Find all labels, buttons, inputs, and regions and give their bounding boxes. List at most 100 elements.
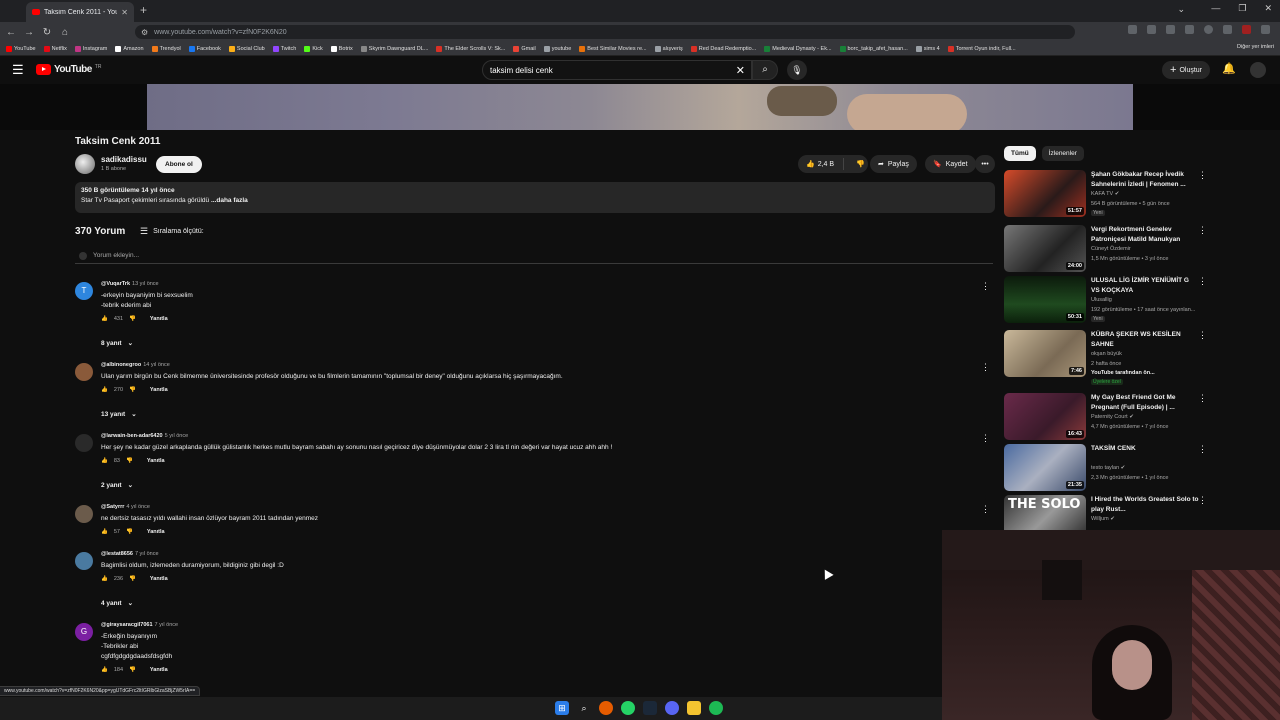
bookmark-item[interactable]: Skyrim Dawnguard DL... bbox=[360, 45, 428, 52]
extensions-puzzle-icon[interactable] bbox=[1223, 25, 1232, 34]
bookmark-star-icon[interactable] bbox=[1166, 25, 1175, 34]
recommended-channel[interactable]: Willjum ✔ bbox=[1091, 516, 1115, 522]
comment-author-avatar[interactable] bbox=[75, 363, 93, 381]
reply-button[interactable]: Yanıtla bbox=[147, 458, 165, 464]
bookmark-item[interactable]: sims 4 bbox=[915, 45, 940, 52]
voice-search-button[interactable]: 🎙 bbox=[787, 60, 807, 80]
view-replies-button[interactable]: 13 yanıt ⌄ bbox=[101, 410, 137, 419]
new-tab-button[interactable]: + bbox=[140, 3, 147, 17]
tab-search-chevron-icon[interactable]: ⌄ bbox=[1177, 4, 1185, 15]
reply-button[interactable]: Yanıtla bbox=[147, 529, 165, 535]
video-thumbnail[interactable]: 51:57 bbox=[1004, 170, 1086, 217]
like-button[interactable]: 👍 2,4 B bbox=[798, 158, 844, 170]
comment-menu-icon[interactable]: ⋮ bbox=[981, 504, 990, 515]
reload-icon[interactable]: ↻ bbox=[38, 27, 56, 38]
video-frame[interactable] bbox=[147, 84, 1133, 130]
url-field[interactable]: ⚙ www.youtube.com/watch?v=zfN0F2K6N20 bbox=[135, 25, 1075, 39]
comment-author-avatar[interactable]: T bbox=[75, 282, 93, 300]
close-tab-icon[interactable]: ✕ bbox=[121, 8, 128, 17]
spotify-icon[interactable] bbox=[709, 701, 723, 715]
comment-author-avatar[interactable] bbox=[75, 505, 93, 523]
save-button[interactable]: 🔖 Kaydet bbox=[925, 155, 976, 173]
video-player[interactable] bbox=[0, 84, 1280, 130]
comment-author[interactable]: @lestat8656 bbox=[101, 551, 133, 557]
bookmark-item[interactable]: Instagram bbox=[74, 45, 107, 52]
comment-dislike-icon[interactable]: 👎 bbox=[129, 576, 136, 582]
filter-chip[interactable]: İzlenenler bbox=[1041, 146, 1084, 161]
bookmark-item[interactable]: Gmail bbox=[513, 45, 536, 52]
site-info-icon[interactable]: ⚙ bbox=[141, 28, 148, 37]
video-menu-icon[interactable]: ⋮ bbox=[1198, 495, 1207, 506]
comment-like-icon[interactable]: 👍 bbox=[101, 458, 108, 464]
notifications-bell-icon[interactable]: 🔔 bbox=[1222, 62, 1236, 75]
file-explorer-icon[interactable] bbox=[687, 701, 701, 715]
video-menu-icon[interactable]: ⋮ bbox=[1198, 393, 1207, 404]
recommended-video[interactable]: 50:31 ULUSAL LİG İZMİR YENİÜMİT G VS KOÇK… bbox=[1004, 276, 1209, 324]
comment-author[interactable]: @larwain-ben-adar6420 bbox=[101, 433, 163, 439]
comment-author[interactable]: @albinonegroo bbox=[101, 362, 141, 368]
video-thumbnail[interactable]: 24:00 bbox=[1004, 225, 1086, 272]
browser-tab[interactable]: Taksim Cenk 2011 - YouTube ✕ bbox=[26, 2, 134, 22]
view-replies-button[interactable]: 4 yanıt ⌄ bbox=[101, 599, 133, 608]
show-more-link[interactable]: ...daha fazla bbox=[211, 197, 248, 204]
bookmark-item[interactable]: alışveriş bbox=[654, 45, 683, 52]
comment-time[interactable]: 7 yıl önce bbox=[155, 622, 179, 628]
home-icon[interactable]: ⌂ bbox=[56, 27, 74, 38]
bookmark-item[interactable]: Kick bbox=[304, 45, 323, 52]
firefox-icon[interactable] bbox=[599, 701, 613, 715]
bookmark-item[interactable]: Twitch bbox=[272, 45, 296, 52]
video-thumbnail[interactable]: 50:31 bbox=[1004, 276, 1086, 323]
subscribe-button[interactable]: Abone ol bbox=[156, 156, 202, 173]
video-menu-icon[interactable]: ⋮ bbox=[1198, 225, 1207, 236]
youtube-logo[interactable]: YouTube TR bbox=[36, 64, 101, 75]
description-box[interactable]: 350 B görüntüleme 14 yıl önce Star Tv Pa… bbox=[75, 182, 995, 213]
reply-button[interactable]: Yanıtla bbox=[150, 667, 168, 673]
comment-like-icon[interactable]: 👍 bbox=[101, 529, 108, 535]
comment-dislike-icon[interactable]: 👎 bbox=[129, 316, 136, 322]
bookmark-item[interactable]: Trendyol bbox=[151, 45, 181, 52]
share-button[interactable]: ➦ Paylaş bbox=[870, 155, 917, 173]
comment-author-avatar[interactable] bbox=[75, 552, 93, 570]
recommended-video[interactable]: 51:57 Şahan Gökbakar Recep İvedik Sahnele… bbox=[1004, 170, 1209, 218]
video-menu-icon[interactable]: ⋮ bbox=[1198, 276, 1207, 287]
recommended-video[interactable]: 24:00 Vergi Rekortmeni Genelev Patroniçes… bbox=[1004, 225, 1209, 273]
recommended-channel[interactable]: Paternity Court ✔ bbox=[1091, 414, 1134, 420]
maximize-icon[interactable]: ❐ bbox=[1238, 3, 1246, 14]
recommended-video[interactable]: 16:43 My Gay Best Friend Got Me Pregnant … bbox=[1004, 393, 1209, 441]
comment-dislike-icon[interactable]: 👎 bbox=[129, 667, 136, 673]
filter-chip[interactable]: Tümü bbox=[1004, 146, 1036, 161]
bookmark-item[interactable]: youtube bbox=[543, 45, 571, 52]
bookmark-item[interactable]: borc_takip_afet_hasan... bbox=[839, 45, 908, 52]
dislike-button[interactable]: 👎 bbox=[848, 160, 865, 168]
add-comment-field[interactable]: Yorum ekleyin... bbox=[75, 250, 993, 264]
browser-menu-icon[interactable] bbox=[1261, 25, 1270, 34]
recommended-channel[interactable]: Ulusallig bbox=[1091, 297, 1112, 303]
bookmark-item[interactable]: Social Club bbox=[228, 45, 265, 52]
extension-icon[interactable] bbox=[1128, 25, 1137, 34]
extension-icon[interactable] bbox=[1147, 25, 1156, 34]
account-avatar-icon[interactable] bbox=[1242, 25, 1251, 34]
steam-icon[interactable] bbox=[643, 701, 657, 715]
bookmark-item[interactable]: Red Dead Redemptio... bbox=[690, 45, 756, 52]
comment-like-icon[interactable]: 👍 bbox=[101, 316, 108, 322]
bookmark-item[interactable]: YouTube bbox=[6, 45, 36, 52]
search-button[interactable]: ⌕ bbox=[752, 60, 778, 80]
bookmark-item[interactable]: Netflix bbox=[43, 45, 67, 52]
comment-author-avatar[interactable]: G bbox=[75, 623, 93, 641]
video-thumbnail[interactable]: 16:43 bbox=[1004, 393, 1086, 440]
other-bookmarks[interactable]: Diğer yer imleri bbox=[1237, 44, 1274, 50]
reply-button[interactable]: Yanıtla bbox=[150, 576, 168, 582]
profile-icon[interactable] bbox=[1204, 25, 1213, 34]
video-menu-icon[interactable]: ⋮ bbox=[1198, 330, 1207, 341]
comment-menu-icon[interactable]: ⋮ bbox=[981, 433, 990, 444]
channel-avatar[interactable] bbox=[75, 154, 95, 174]
back-arrow-icon[interactable]: ← bbox=[2, 27, 20, 38]
comment-author[interactable]: @Satyrrr bbox=[101, 504, 124, 510]
sort-button[interactable]: ☰ Sıralama ölçütü: bbox=[140, 226, 204, 237]
reply-button[interactable]: Yanıtla bbox=[150, 316, 168, 322]
close-window-icon[interactable]: ✕ bbox=[1264, 3, 1272, 14]
minimize-icon[interactable]: — bbox=[1211, 3, 1220, 14]
comment-author-avatar[interactable] bbox=[75, 434, 93, 452]
view-replies-button[interactable]: 8 yanıt ⌄ bbox=[101, 339, 133, 348]
comment-dislike-icon[interactable]: 👎 bbox=[129, 387, 136, 393]
